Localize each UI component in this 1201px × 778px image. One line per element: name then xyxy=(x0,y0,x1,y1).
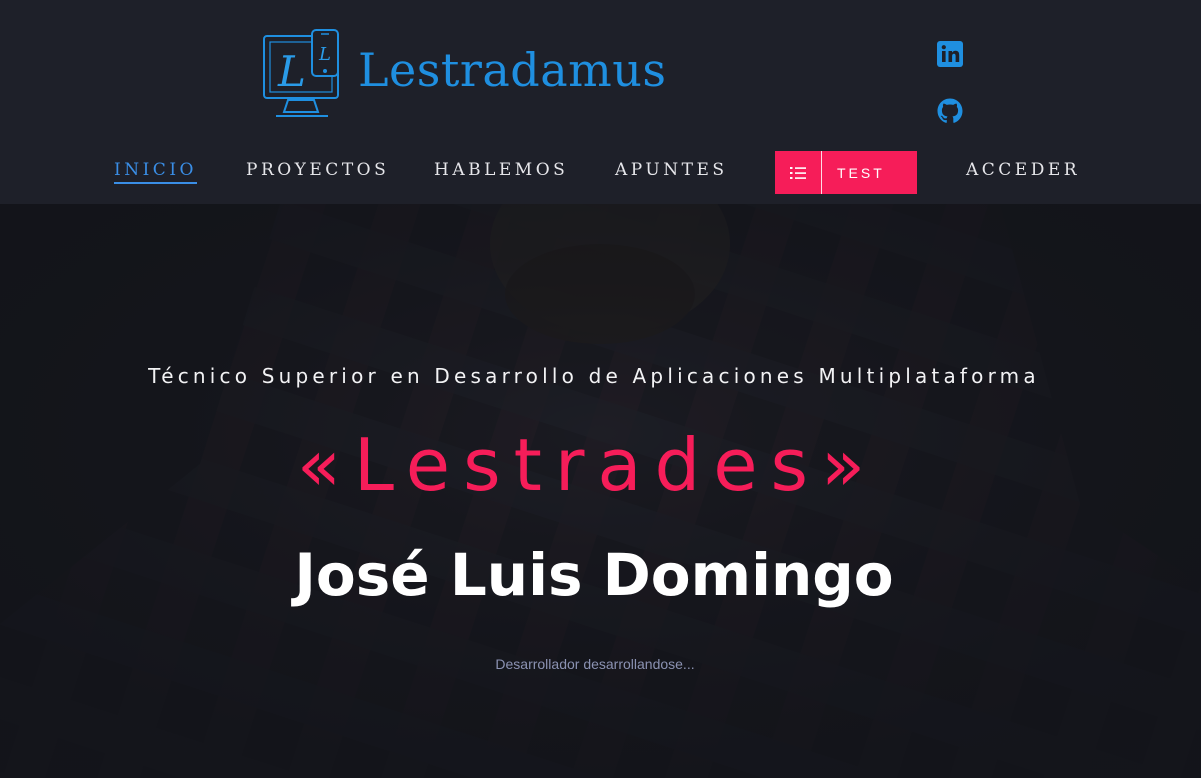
list-ordered-icon xyxy=(775,151,822,194)
hero-subtitle: Técnico Superior en Desarrollo de Aplica… xyxy=(148,364,1040,388)
logo-icon: L L xyxy=(263,29,339,117)
nav-item-apuntes[interactable]: APUNTES xyxy=(615,160,728,180)
linkedin-icon[interactable] xyxy=(936,40,964,68)
logo-letter-large: L xyxy=(277,47,306,96)
nav-item-proyectos[interactable]: PROYECTOS xyxy=(246,160,389,180)
nav-item-hablemos[interactable]: HABLEMOS xyxy=(434,160,568,180)
nav-item-acceder[interactable]: ACCEDER xyxy=(966,160,1080,180)
hero-tagline: Desarrollador desarrollandose... xyxy=(495,656,695,672)
nav-item-inicio[interactable]: INICIO xyxy=(114,160,197,184)
site-header: L L Lestradamus INICIO PROYECTOS HABLEMO… xyxy=(0,0,1201,204)
logo-letter-small: L xyxy=(318,44,331,65)
hero-nickname: «Lestrades» xyxy=(296,423,879,507)
main-nav: INICIO PROYECTOS HABLEMOS APUNTES TEST A… xyxy=(0,150,1201,194)
test-button-label: TEST xyxy=(837,164,885,181)
hero-section: Técnico Superior en Desarrollo de Aplica… xyxy=(0,204,1201,778)
brand-name: Lestradamus xyxy=(358,43,667,97)
site-logo[interactable]: L L Lestradamus xyxy=(262,28,667,120)
test-button[interactable]: TEST xyxy=(775,151,917,194)
github-icon[interactable] xyxy=(936,97,964,125)
social-links xyxy=(936,40,966,154)
hero-name: José Luis Domingo xyxy=(294,541,894,609)
